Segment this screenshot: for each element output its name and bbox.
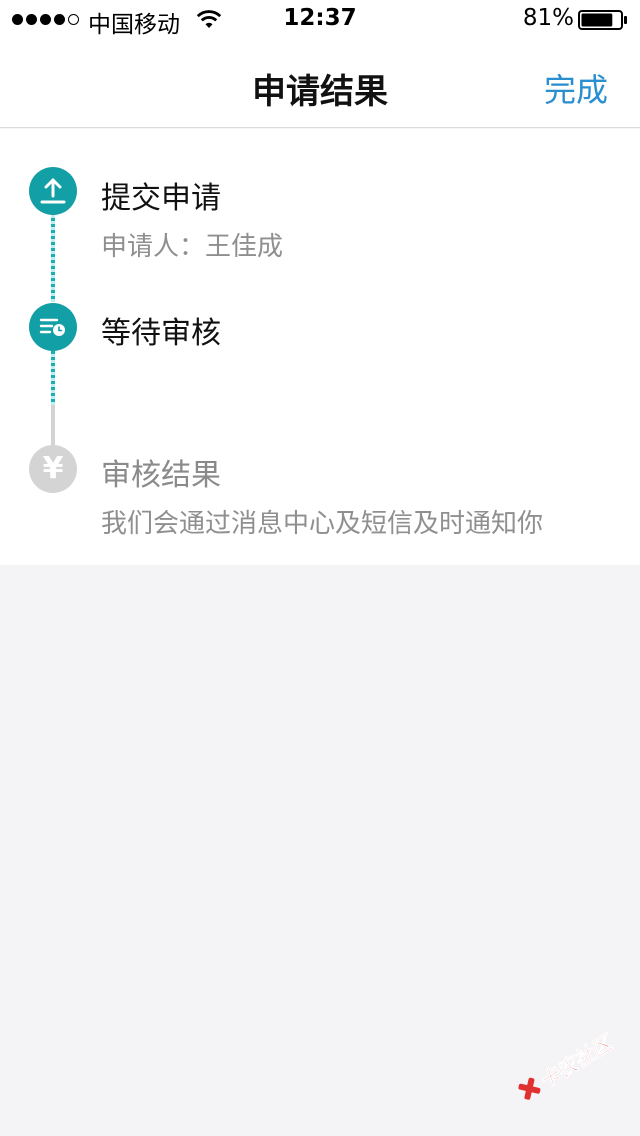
- step-title-review-result: 审核结果: [101, 458, 221, 493]
- application-progress-timeline: 提交申请 申请人：王佳成 等待审核 ¥ 审核结果 我们会通过消息中心及短信及时通…: [0, 129, 640, 565]
- upload-icon: [29, 167, 77, 215]
- screen: 中国移动 12:37 81% 申请结果 完成 提交申请 申请人：王佳成 等待审核…: [0, 0, 640, 1136]
- battery-icon: [578, 10, 627, 30]
- pending-review-icon: [29, 303, 77, 351]
- yen-icon: ¥: [29, 445, 77, 493]
- status-bar: 中国移动 12:37 81%: [0, 0, 640, 40]
- timeline-connector-current: [51, 351, 55, 405]
- watermark-logo: 卡农社区: [504, 1014, 624, 1120]
- battery-percent: 81%: [522, 5, 574, 31]
- yen-glyph: ¥: [42, 451, 64, 486]
- navigation-bar: 申请结果 完成: [0, 40, 640, 128]
- done-button[interactable]: 完成: [544, 65, 608, 111]
- timeline-connector-done: [51, 212, 55, 302]
- watermark-text: 卡农社区: [534, 1030, 616, 1094]
- step-title-awaiting-review: 等待审核: [101, 316, 221, 351]
- step-title-submit: 提交申请: [101, 181, 221, 216]
- step-subtitle-applicant: 申请人：王佳成: [101, 232, 284, 262]
- step-subtitle-notification: 我们会通过消息中心及短信及时通知你: [101, 509, 544, 539]
- timeline-connector-pending: [51, 405, 55, 447]
